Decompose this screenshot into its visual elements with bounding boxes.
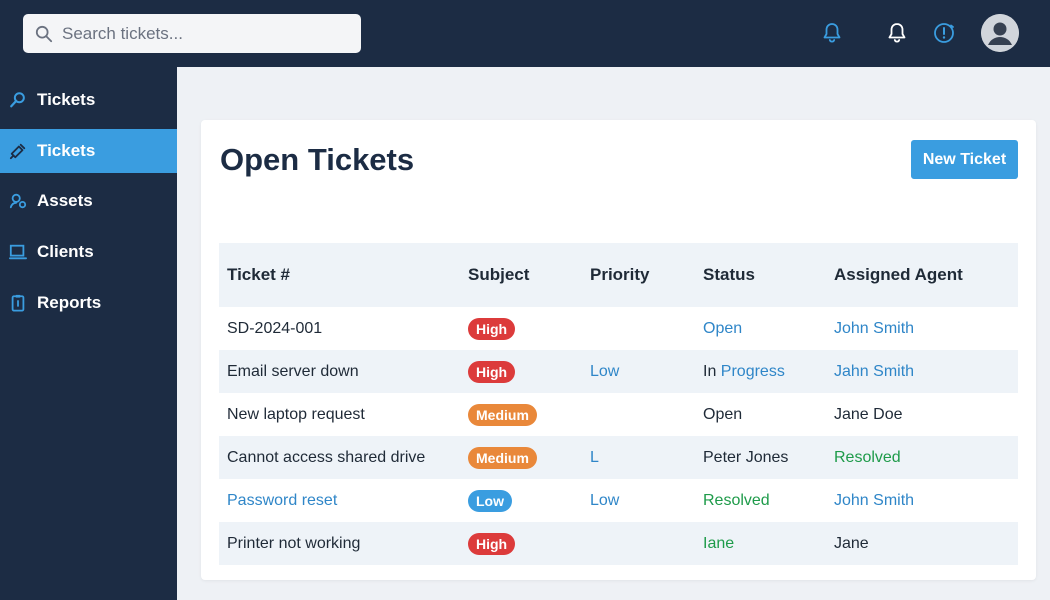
column-header-assigned-agent[interactable]: Assigned Agent — [834, 243, 963, 307]
sidebar-item-label: Assets — [37, 191, 93, 210]
priority-cell: L — [590, 448, 599, 466]
sidebar-item-tickets[interactable]: Tickets — [0, 129, 177, 173]
monitor-icon — [9, 243, 27, 261]
page-title: Open Tickets — [220, 142, 415, 177]
assets-icon — [9, 192, 27, 210]
new-ticket-button[interactable]: New Ticket — [911, 140, 1018, 179]
ticket-number-cell: Password reset — [227, 491, 338, 509]
priority-badge: High — [468, 317, 516, 340]
ticket-number-cell: Email server down — [227, 362, 359, 380]
sidebar-item-assets[interactable]: Assets — [0, 179, 177, 223]
status-cell: Resolved — [703, 491, 770, 509]
column-header-subject[interactable]: Subject — [468, 243, 529, 307]
priority-badge: Low — [468, 489, 512, 512]
subject-cell: High — [468, 522, 516, 565]
subject-cell: High — [468, 350, 516, 393]
ticket-number-cell: New laptop request — [227, 405, 365, 423]
top-bar — [0, 0, 1050, 67]
cell-text-part: In — [703, 362, 721, 380]
sidebar-item-label: Tickets — [37, 141, 96, 160]
alerts-bell-icon[interactable] — [883, 19, 911, 47]
table-row[interactable]: Printer not working High Iane Jane — [219, 522, 1018, 565]
sidebar-item-clients[interactable]: Clients — [0, 230, 177, 274]
sidebar: Tickets Tickets Assets Clients Reports — [0, 67, 177, 600]
ticket-icon — [9, 142, 27, 160]
tickets-panel: Open Tickets New Ticket Ticket # Subject… — [201, 120, 1036, 580]
column-header-ticket[interactable]: Ticket # — [227, 243, 290, 307]
ticket-number-cell: SD-2024-001 — [227, 319, 323, 337]
assigned-agent-cell: Jane — [834, 534, 869, 552]
table-row[interactable]: SD-2024-001 High Open John Smith — [219, 307, 1018, 350]
assigned-agent-cell: John Smith — [834, 319, 915, 337]
status-cell: Open — [703, 405, 743, 423]
search-icon — [35, 25, 53, 42]
search-input[interactable] — [62, 23, 342, 44]
assigned-agent-cell: Jahn Smith — [834, 362, 915, 380]
status-cell: Peter Jones — [703, 448, 789, 466]
priority-badge: High — [468, 532, 516, 555]
subject-cell: Medium — [468, 436, 537, 479]
assigned-agent-cell: John Smith — [834, 491, 915, 509]
priority-badge: Medium — [468, 403, 537, 426]
assigned-agent-cell: Resolved — [834, 448, 901, 466]
sidebar-item-tickets-search[interactable]: Tickets — [0, 78, 177, 122]
subject-cell: Medium — [468, 393, 537, 436]
column-header-priority[interactable]: Priority — [590, 243, 650, 307]
sidebar-item-reports[interactable]: Reports — [0, 281, 177, 325]
sidebar-item-label: Clients — [37, 242, 94, 261]
sidebar-item-label: Reports — [37, 293, 102, 312]
priority-cell: Low — [590, 491, 620, 509]
ticket-number-cell: Cannot access shared drive — [227, 448, 426, 466]
subject-cell: Low — [468, 479, 512, 522]
status-cell: Iane — [703, 534, 735, 552]
priority-badge: High — [468, 360, 516, 383]
sidebar-item-label: Tickets — [37, 90, 96, 109]
table-row[interactable]: Email server down High Low In Progress Jahn … — [219, 350, 1018, 393]
subject-cell: High — [468, 307, 516, 350]
cell-text-part: Progress — [720, 362, 785, 380]
table-row[interactable]: Cannot access shared drive Medium L Peter J… — [219, 436, 1018, 479]
tickets-table: Ticket # Subject Priority Status Assigne… — [219, 243, 1018, 565]
user-icon — [981, 14, 1019, 52]
assigned-agent-cell: Jane Doe — [834, 405, 903, 423]
search-box[interactable] — [23, 14, 361, 53]
status-cell: Open — [703, 319, 743, 337]
table-row[interactable]: New laptop request Medium Open Jane Doe — [219, 393, 1018, 436]
ticket-number-cell: Printer not working — [227, 534, 361, 552]
report-icon — [9, 294, 27, 312]
alert-clock-icon[interactable] — [930, 19, 958, 47]
user-avatar[interactable] — [981, 14, 1019, 52]
notifications-bell-icon[interactable] — [818, 19, 846, 47]
table-header: Ticket # Subject Priority Status Assigne… — [219, 243, 1018, 307]
table-row[interactable]: Password reset Low Low Resolved John Smith — [219, 479, 1018, 522]
priority-badge: Medium — [468, 446, 537, 469]
priority-cell: Low — [590, 362, 620, 380]
search-icon — [9, 91, 27, 109]
column-header-status[interactable]: Status — [703, 243, 755, 307]
status-cell: In Progress — [703, 350, 785, 393]
table-body: SD-2024-001 High Open John Smith Email serve… — [219, 307, 1018, 565]
